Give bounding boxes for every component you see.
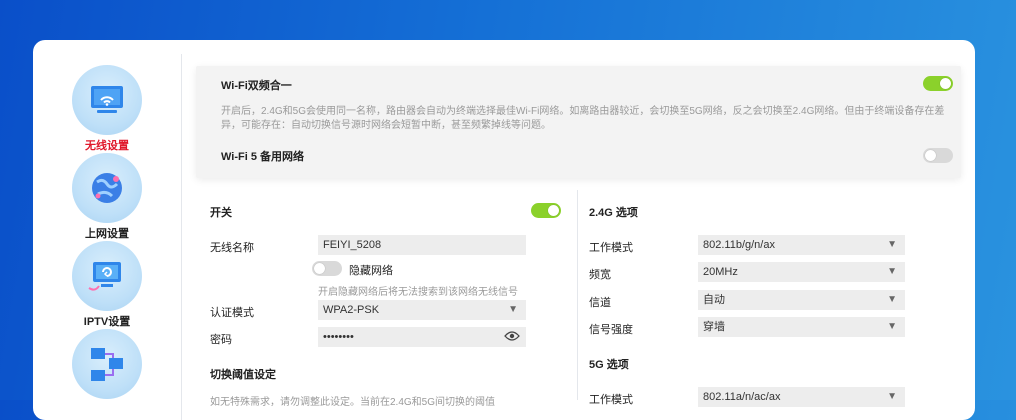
password-value: ••••••••	[323, 331, 354, 343]
globe-icon	[72, 153, 142, 223]
band24-channel-value: 自动	[703, 294, 725, 306]
sidebar-item-label: IPTV设置	[83, 316, 131, 328]
password-label: 密码	[210, 334, 232, 346]
band24-strength-value: 穿墙	[703, 321, 725, 333]
band24-width-label: 频宽	[589, 269, 611, 281]
band24-strength-label: 信号强度	[589, 324, 633, 336]
sidebar-item-label: 无线设置	[85, 140, 129, 152]
network-topology-icon	[72, 329, 142, 399]
wifi-switch-label: 开关	[210, 207, 232, 219]
dropdown-arrow-icon: ▼	[887, 294, 897, 305]
column-divider	[577, 190, 578, 400]
auth-mode-value: WPA2-PSK	[323, 304, 380, 316]
sidebar-item-network[interactable]	[33, 329, 181, 401]
password-input[interactable]: ••••••••	[318, 327, 526, 347]
band24-mode-value: 802.11b/g/n/ax	[703, 239, 775, 251]
dropdown-arrow-icon: ▼	[887, 266, 897, 277]
dual-band-description: 开启后，2.4G和5G会使用同一名称，路由器会自动为终端选择最佳Wi-Fi网络。…	[221, 106, 945, 131]
band24-channel-label: 信道	[589, 297, 611, 309]
band24-mode-label: 工作模式	[589, 242, 633, 254]
hide-network-label: 隐藏网络	[349, 265, 393, 277]
dropdown-arrow-icon: ▼	[887, 321, 897, 332]
sidebar-item-wireless[interactable]: 无线设置	[33, 65, 181, 153]
ssid-label: 无线名称	[210, 242, 254, 254]
sidebar-divider	[181, 54, 182, 420]
dropdown-arrow-icon: ▼	[887, 391, 897, 402]
threshold-title: 切换阈值设定	[210, 369, 276, 381]
threshold-description: 如无特殊需求，请勿调整此设定。当前在2.4G和5G间切换的阈值	[210, 397, 496, 408]
hide-network-toggle[interactable]	[312, 261, 342, 276]
band24-strength-select[interactable]: 穿墙 ▼	[698, 317, 905, 337]
dual-band-title: Wi-Fi双频合一	[221, 80, 292, 92]
dual-band-toggle[interactable]	[923, 76, 953, 91]
band5-title: 5G 选项	[589, 359, 629, 371]
wireless-screen-icon	[72, 65, 142, 135]
wifi5-backup-toggle[interactable]	[923, 148, 953, 163]
band24-channel-select[interactable]: 自动 ▼	[698, 290, 905, 310]
band24-title: 2.4G 选项	[589, 207, 638, 219]
band24-width-value: 20MHz	[703, 266, 738, 278]
wifi5-backup-label: Wi-Fi 5 备用网络	[221, 151, 305, 163]
band5-mode-label: 工作模式	[589, 394, 633, 406]
sidebar-item-label: 上网设置	[85, 228, 129, 240]
band24-mode-select[interactable]: 802.11b/g/n/ax ▼	[698, 235, 905, 255]
dual-band-panel: Wi-Fi双频合一 开启后，2.4G和5G会使用同一名称，路由器会自动为终端选择…	[196, 66, 961, 178]
band5-mode-select[interactable]: 802.11a/n/ac/ax ▼	[698, 387, 905, 407]
auth-mode-select[interactable]: WPA2-PSK ▼	[318, 300, 526, 320]
band5-mode-value: 802.11a/n/ac/ax	[703, 391, 781, 403]
dropdown-arrow-icon: ▼	[887, 239, 897, 250]
tv-icon	[72, 241, 142, 311]
dropdown-arrow-icon: ▼	[508, 304, 518, 315]
hide-network-hint: 开启隐藏网络后将无法搜索到该网络无线信号	[318, 287, 518, 298]
ssid-input[interactable]: FEIYI_5208	[318, 235, 526, 255]
sidebar-item-internet[interactable]: 上网设置	[33, 153, 181, 241]
band24-width-select[interactable]: 20MHz ▼	[698, 262, 905, 282]
sidebar-item-iptv[interactable]: IPTV设置	[33, 241, 181, 329]
sidebar: 无线设置 上网设置 IPTV设置	[33, 40, 181, 420]
wifi-switch-toggle[interactable]	[531, 203, 561, 218]
eye-icon[interactable]	[504, 328, 520, 351]
auth-mode-label: 认证模式	[210, 307, 254, 319]
